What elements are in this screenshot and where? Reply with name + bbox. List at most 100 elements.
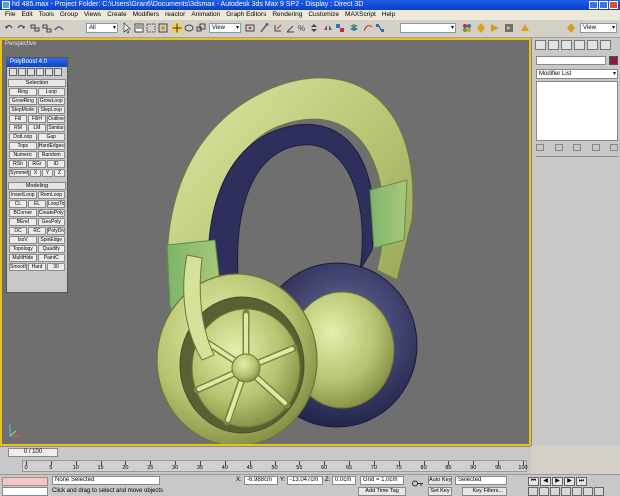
field-of-view-icon[interactable] — [561, 487, 571, 496]
rsh-button[interactable]: RSh — [9, 160, 27, 168]
mirror-icon[interactable] — [323, 22, 333, 34]
menu-tools[interactable]: Tools — [36, 10, 57, 20]
hardedges-button[interactable]: HardEdges — [37, 142, 65, 150]
zoom-icon[interactable] — [528, 487, 538, 496]
menu-animation[interactable]: Animation — [188, 10, 223, 20]
isov-spinner[interactable]: IsoV — [9, 236, 37, 244]
next-frame-icon[interactable]: ▶ — [564, 477, 575, 486]
activeshade-icon[interactable] — [520, 22, 530, 34]
modifier-stack[interactable] — [536, 81, 618, 141]
paintc-button[interactable]: PaintC — [37, 254, 65, 262]
dotloop-button[interactable]: DotLoop — [9, 133, 37, 141]
close-button[interactable] — [609, 1, 618, 9]
pivot-center-icon[interactable] — [245, 22, 255, 34]
key-selection-dropdown[interactable]: Selected — [455, 476, 507, 485]
undo-icon[interactable] — [4, 22, 14, 34]
snaps-toggle-icon[interactable] — [273, 22, 283, 34]
key-filters-button[interactable]: Key Filters... — [462, 487, 507, 496]
menu-modifiers[interactable]: Modifiers — [130, 10, 162, 20]
frame-ruler[interactable]: 0 5 10 15 20 25 30 35 40 45 50 55 60 65 70 75 80 85 90 95 10… — [22, 460, 528, 472]
percent-snap-icon[interactable]: % — [297, 22, 307, 34]
select-rotate-icon[interactable] — [184, 22, 194, 34]
random-button[interactable]: Random — [37, 151, 65, 159]
previous-frame-icon[interactable]: ◀ — [540, 477, 551, 486]
dc-button[interactable]: DC — [9, 227, 27, 235]
zoom-extents-icon[interactable] — [550, 487, 560, 496]
modify-tab-icon[interactable] — [548, 40, 559, 50]
geopoly-button[interactable]: GeoPoly — [37, 218, 65, 226]
border-mode-icon[interactable] — [27, 68, 35, 76]
auto-key-button[interactable]: Auto Key — [428, 476, 452, 485]
perspective-viewport[interactable]: Perspective — [0, 38, 531, 446]
layer-manager-icon[interactable] — [349, 22, 359, 34]
selection-section-header[interactable]: Selection — [8, 79, 66, 87]
createpoly-button[interactable]: CreatePoly — [37, 209, 65, 217]
symmetry-z-button[interactable]: Z — [54, 169, 65, 177]
render-scene-icon[interactable] — [476, 22, 486, 34]
element-mode-icon[interactable] — [45, 68, 53, 76]
stepmode-button[interactable]: StepMode — [9, 106, 37, 114]
quadify-button[interactable]: Quadify — [37, 245, 65, 253]
vertex-mode-icon[interactable] — [9, 68, 17, 76]
bcorner-button[interactable]: BCorner — [9, 209, 37, 217]
fillh-button[interactable]: FillH — [28, 115, 46, 123]
rgr-button[interactable]: RGr — [28, 160, 46, 168]
render-last-icon[interactable] — [504, 22, 514, 34]
maximize-button[interactable] — [599, 1, 608, 9]
menu-edit[interactable]: Edit — [18, 10, 35, 20]
multihide-button[interactable]: MultiHide — [9, 254, 37, 262]
selection-filter-dropdown[interactable]: All — [86, 23, 118, 33]
outline-button[interactable]: Outline — [47, 115, 65, 123]
bend-button[interactable]: BEnd — [9, 218, 37, 226]
unlink-icon[interactable] — [42, 22, 52, 34]
y-coord-field[interactable]: -13.047cm — [287, 476, 323, 485]
topology-button[interactable]: Topology — [9, 245, 37, 253]
maximize-viewport-icon[interactable] — [594, 487, 604, 496]
menu-views[interactable]: Views — [81, 10, 104, 20]
minimize-button[interactable] — [589, 1, 598, 9]
growring-button[interactable]: GrowRing — [9, 97, 37, 105]
menu-reactor[interactable]: reactor — [162, 10, 188, 20]
select-by-name-icon[interactable] — [134, 22, 144, 34]
id-button[interactable]: ID — [47, 160, 65, 168]
redo-icon[interactable] — [16, 22, 26, 34]
select-manipulate-icon[interactable] — [259, 22, 269, 34]
loop-button[interactable]: Loop — [37, 88, 65, 96]
create-tab-icon[interactable] — [535, 40, 546, 50]
select-move-icon[interactable] — [172, 22, 182, 34]
polygon-mode-icon[interactable] — [36, 68, 44, 76]
menu-rendering[interactable]: Rendering — [269, 10, 305, 20]
looptools-button[interactable]: LoopTools — [47, 200, 65, 208]
maxscript-listener-mini[interactable] — [2, 477, 48, 486]
menu-graph-editors[interactable]: Graph Editors — [223, 10, 269, 20]
remloop-button[interactable]: RemLoop — [37, 191, 65, 199]
add-time-tag-button[interactable]: Add Time Tag — [358, 487, 406, 496]
z-coord-field[interactable]: 0.0cm — [332, 476, 356, 485]
hierarchy-tab-icon[interactable] — [561, 40, 572, 50]
modifier-list-dropdown[interactable]: Modifier List — [536, 69, 618, 79]
window-crossing-icon[interactable] — [158, 22, 168, 34]
menu-create[interactable]: Create — [104, 10, 130, 20]
polyboost-title[interactable]: PolyBoost 4.0 — [7, 58, 67, 67]
el-button[interactable]: EL — [28, 200, 46, 208]
menu-customize[interactable]: Customize — [305, 10, 342, 20]
tops-button[interactable]: Tops — [9, 142, 37, 150]
render-view-dropdown[interactable]: View — [580, 23, 617, 33]
x-coord-field[interactable]: -6.988cm — [244, 476, 278, 485]
smooth-button[interactable]: Smooth — [9, 263, 27, 271]
similar-button[interactable]: Similar — [47, 124, 65, 132]
go-to-end-icon[interactable]: ⏭ — [576, 477, 587, 486]
motion-tab-icon[interactable] — [574, 40, 585, 50]
key-mode-icon[interactable] — [412, 479, 424, 488]
symmetry-y-button[interactable]: Y — [42, 169, 53, 177]
spinner-snap-icon[interactable] — [309, 22, 319, 34]
render-type-icon[interactable] — [566, 22, 576, 34]
select-link-icon[interactable] — [30, 22, 40, 34]
spinedge-button[interactable]: SpinEdge — [37, 236, 65, 244]
rc-button[interactable]: RC — [28, 227, 46, 235]
remove-modifier-icon[interactable] — [591, 144, 600, 151]
steploop-button[interactable]: StepLoop — [37, 106, 65, 114]
pan-icon[interactable] — [572, 487, 582, 496]
fill-button[interactable]: Fill — [9, 115, 27, 123]
orbit-icon[interactable] — [583, 487, 593, 496]
